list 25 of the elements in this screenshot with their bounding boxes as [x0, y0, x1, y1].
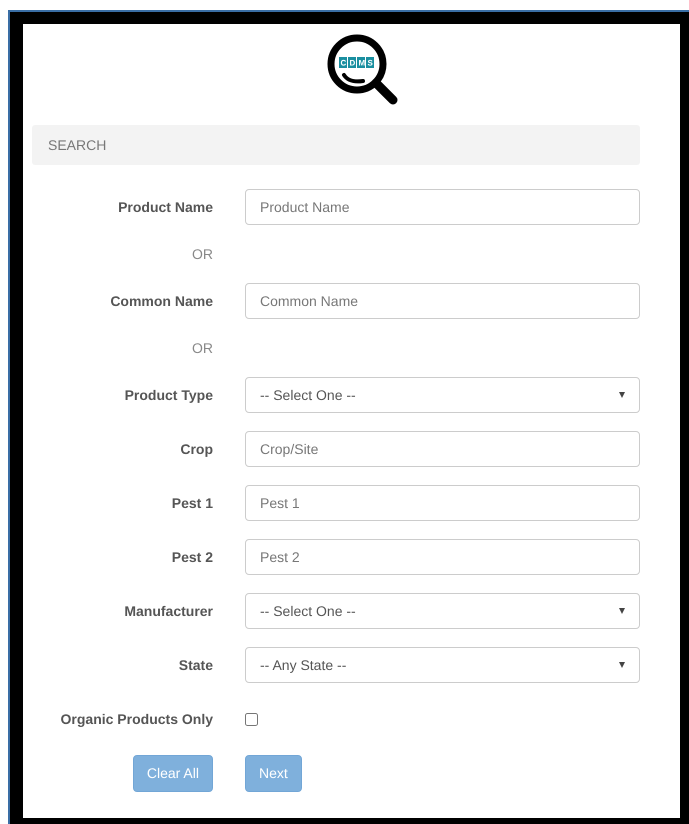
input-field[interactable]: Pest 2: [245, 539, 640, 575]
field-label: Pest 2: [170, 548, 213, 566]
input-field[interactable]: Product Name: [245, 189, 640, 225]
dropdown[interactable]: -- Select One --: [245, 593, 640, 629]
field-label: Manufacturer: [123, 602, 213, 620]
input-field[interactable]: Crop/Site: [245, 431, 640, 467]
caret-icon: [619, 392, 625, 398]
or-separator: OR: [191, 338, 213, 358]
dropdown[interactable]: -- Select One --: [245, 377, 640, 413]
section-header: SEARCH: [32, 125, 640, 165]
or-separator: OR: [191, 244, 213, 264]
input-field[interactable]: Pest 1: [245, 485, 640, 521]
field-label: Product Name: [117, 198, 213, 216]
field-label: Crop: [179, 440, 213, 459]
field-label: Product Type: [124, 386, 213, 405]
field-label: State: [178, 656, 213, 674]
field-label: Organic Products Only: [60, 710, 213, 729]
caret-icon: [619, 662, 625, 668]
checkbox[interactable]: [245, 712, 258, 726]
input-field[interactable]: Common Name: [245, 283, 640, 319]
field-label: Common Name: [109, 292, 213, 310]
magnifier-logo-drawing: [328, 34, 398, 104]
field-label: Pest 1: [170, 494, 213, 512]
dropdown[interactable]: -- Any State --: [245, 647, 640, 683]
caret-icon: [619, 608, 625, 614]
